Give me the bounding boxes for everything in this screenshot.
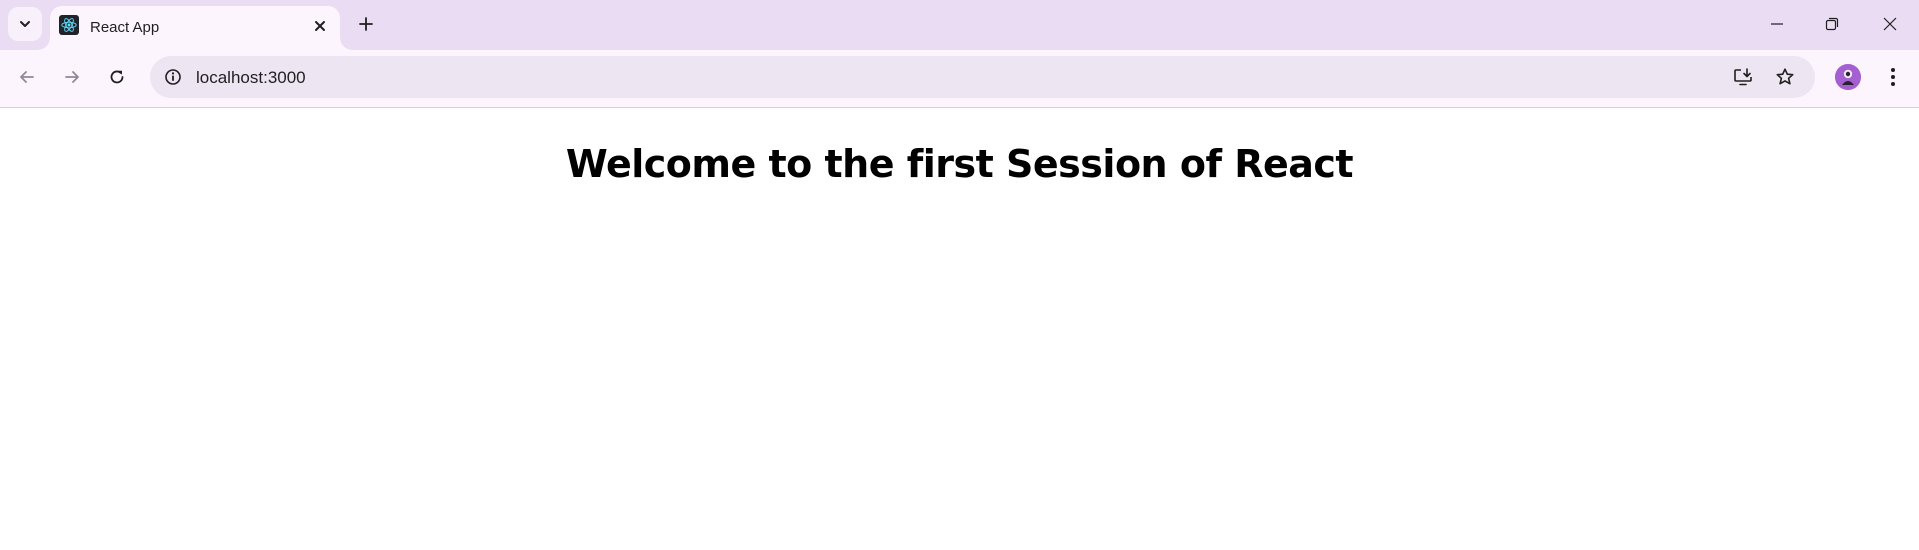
install-app-button[interactable] <box>1728 62 1758 92</box>
chevron-down-icon <box>20 21 30 27</box>
page-viewport: Welcome to the first Session of React <box>0 108 1919 550</box>
page-heading: Welcome to the first Session of React <box>565 142 1354 186</box>
chrome-menu-button[interactable] <box>1878 60 1908 94</box>
reload-button[interactable] <box>100 60 134 94</box>
tab-search-button[interactable] <box>8 7 42 41</box>
arrow-left-icon <box>20 71 34 83</box>
bookmark-button[interactable] <box>1770 62 1800 92</box>
tab-close-button[interactable] <box>310 16 330 36</box>
address-bar[interactable]: localhost:3000 <box>150 56 1815 98</box>
restore-icon <box>1825 17 1839 31</box>
install-icon <box>1734 68 1752 86</box>
back-button[interactable] <box>10 60 44 94</box>
minimize-icon <box>1771 23 1783 25</box>
avatar-icon <box>1835 64 1861 90</box>
reload-icon <box>110 70 124 84</box>
forward-button[interactable] <box>55 60 89 94</box>
profile-avatar[interactable] <box>1835 64 1861 90</box>
browser-toolbar: localhost:3000 <box>0 50 1919 108</box>
more-vertical-icon <box>1891 68 1895 86</box>
url-text[interactable]: localhost:3000 <box>196 68 306 88</box>
plus-icon <box>359 17 373 31</box>
close-icon <box>1883 17 1897 31</box>
restore-button[interactable] <box>1810 6 1854 42</box>
tab-title: React App <box>90 19 160 36</box>
info-icon <box>165 69 181 85</box>
arrow-right-icon <box>65 71 79 83</box>
tab-react-app[interactable]: React App <box>38 6 352 50</box>
tab-strip: React App <box>0 0 1919 50</box>
close-icon <box>315 21 325 31</box>
browser-window: React App localhost:3000 Welcome to the … <box>0 0 1919 550</box>
site-info-button[interactable] <box>158 62 188 92</box>
new-tab-button[interactable] <box>352 10 380 38</box>
window-close-button[interactable] <box>1868 6 1912 42</box>
minimize-button[interactable] <box>1755 6 1799 42</box>
star-icon <box>1776 68 1794 85</box>
react-logo-icon <box>59 15 79 35</box>
